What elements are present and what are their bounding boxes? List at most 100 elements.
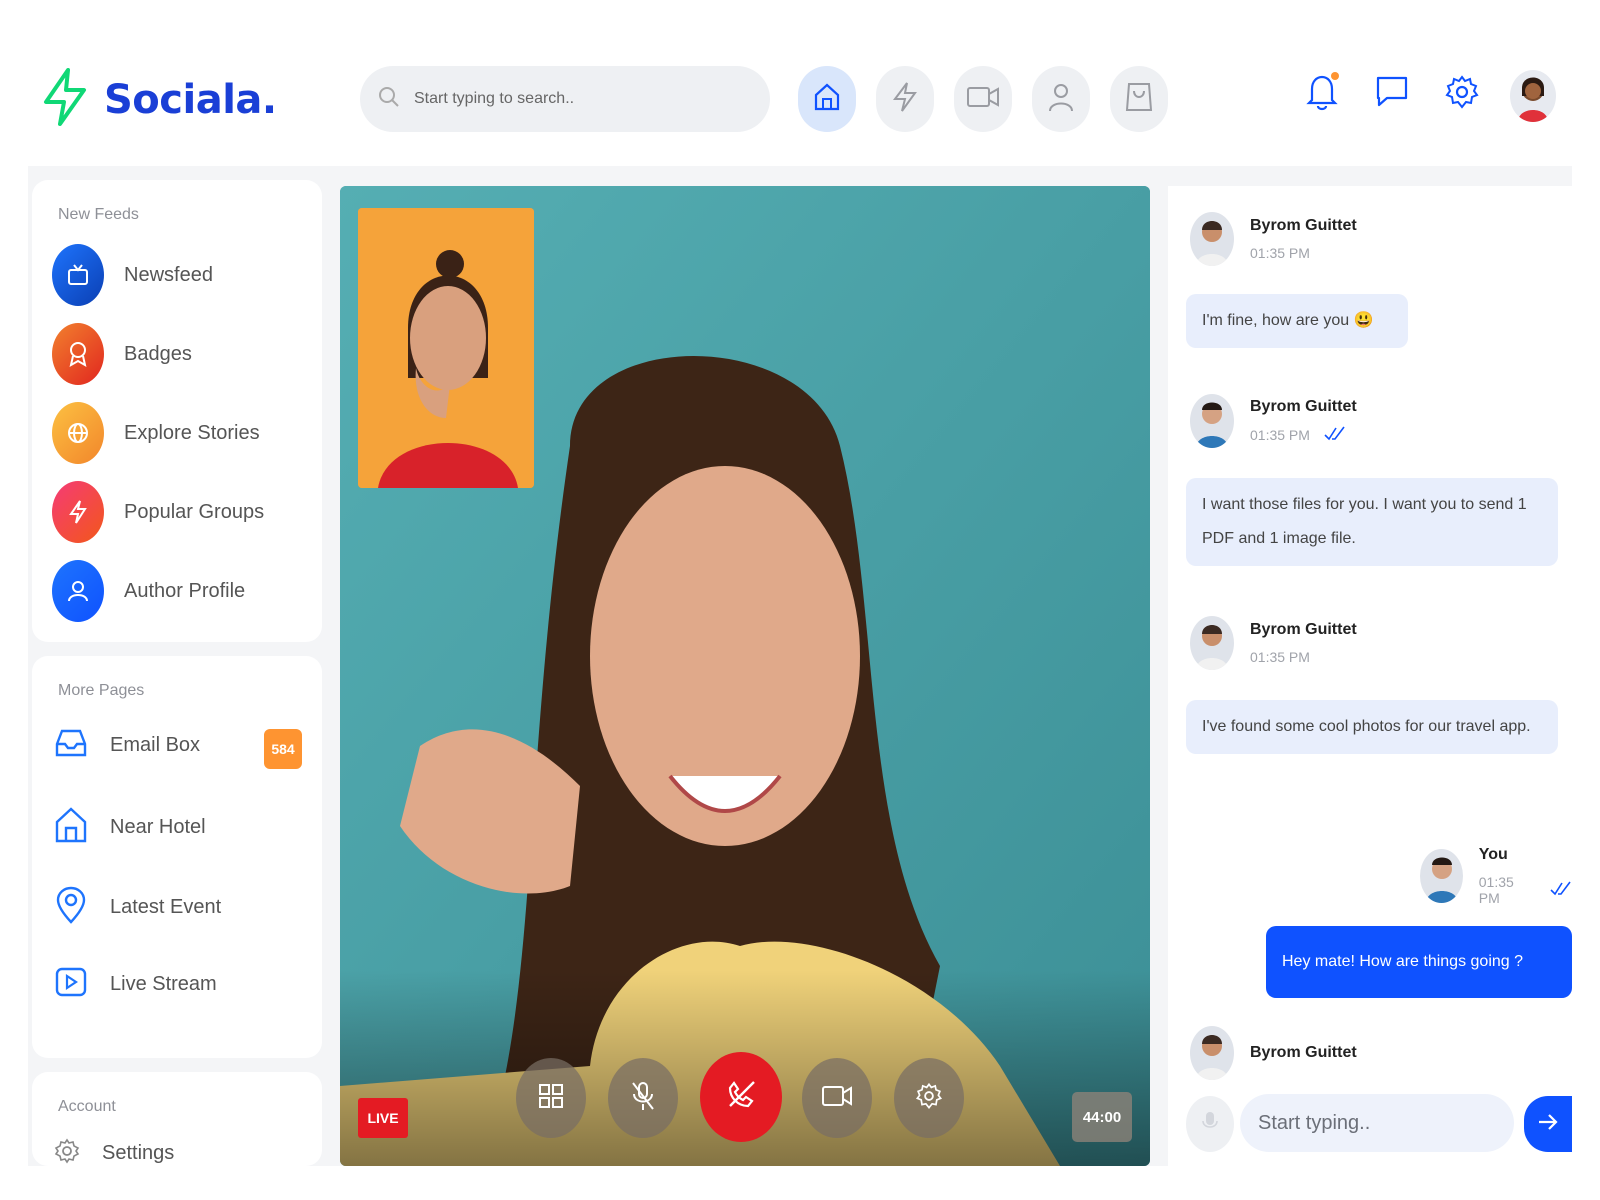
home-icon: [54, 806, 88, 849]
youtube-icon: [54, 966, 88, 1003]
mic-off-icon: [630, 1080, 656, 1117]
nav-video-button[interactable]: [954, 66, 1012, 132]
message-time: 01:35 PM: [1250, 245, 1310, 261]
lightning-icon: [52, 481, 104, 543]
video-icon: [966, 84, 1000, 115]
avatar: [1190, 212, 1234, 266]
message-bubble-own: Hey mate! How are things going ?: [1266, 926, 1572, 998]
sidebar-item-label: Latest Event: [110, 896, 222, 918]
sidebar-item-label: Email Box: [110, 734, 201, 756]
sidebar-item-newsfeed[interactable]: Newsfeed: [52, 244, 213, 306]
send-button[interactable]: [1524, 1096, 1572, 1152]
sidebar-item-author-profile[interactable]: Author Profile: [52, 560, 245, 622]
more-pages-card: More Pages Email Box 584 Near Hotel Late…: [32, 656, 322, 1058]
sidebar-item-popular-groups[interactable]: Popular Groups: [52, 481, 264, 543]
sidebar-item-explore-stories[interactable]: Explore Stories: [52, 402, 260, 464]
search-input[interactable]: [414, 90, 734, 108]
account-title: Account: [58, 1098, 116, 1115]
notifications-button[interactable]: [1302, 71, 1342, 117]
mute-button[interactable]: [608, 1058, 678, 1138]
brand-name: Sociala.: [104, 76, 277, 123]
sidebar-item-label: Explore Stories: [124, 421, 260, 444]
message-header: Byrom Guittet: [1190, 1026, 1357, 1080]
message-icon: [1375, 75, 1409, 114]
call-settings-button[interactable]: [894, 1058, 964, 1138]
nav-shop-button[interactable]: [1110, 66, 1168, 132]
camera-toggle-button[interactable]: [802, 1058, 872, 1138]
live-badge: LIVE: [358, 1098, 408, 1138]
settings-icon: [54, 1138, 80, 1169]
user-icon: [52, 560, 104, 622]
message-time: 01:35 PM: [1250, 427, 1310, 443]
new-feeds-title: New Feeds: [58, 206, 139, 223]
mic-icon: [1202, 1111, 1218, 1138]
end-call-button[interactable]: [700, 1052, 782, 1142]
nav-lightning-button[interactable]: [876, 66, 934, 132]
avatar: [1420, 849, 1463, 903]
sidebar-item-latest-event[interactable]: Latest Event: [54, 885, 221, 930]
self-view-pip[interactable]: [358, 208, 534, 488]
chat-panel: Byrom Guittet 01:35 PM I'm fine, how are…: [1168, 186, 1572, 1166]
lightning-logo-icon: [42, 68, 88, 131]
settings-icon: [1444, 74, 1480, 115]
user-avatar[interactable]: [1510, 70, 1556, 122]
sidebar-item-label: Newsfeed: [124, 263, 213, 286]
inbox-icon: [54, 726, 88, 765]
video-call-main[interactable]: LIVE 44:00: [340, 186, 1150, 1166]
message-bubble: I've found some cool photos for our trav…: [1186, 700, 1558, 754]
message-bubble: I want those files for you. I want you t…: [1186, 478, 1558, 566]
avatar: [1190, 616, 1234, 670]
globe-icon: [52, 402, 104, 464]
map-pin-icon: [54, 885, 88, 930]
voice-record-button[interactable]: [1186, 1096, 1234, 1152]
message-time: 01:35 PM: [1250, 649, 1310, 665]
sender-name: Byrom Guittet: [1250, 397, 1357, 415]
sender-name: Byrom Guittet: [1250, 621, 1357, 638]
double-check-icon: [1550, 881, 1572, 900]
sidebar-item-label: Live Stream: [110, 973, 217, 995]
sidebar-item-badges[interactable]: Badges: [52, 323, 192, 385]
search-icon: [378, 86, 400, 113]
message-header: Byrom Guittet 01:35 PM: [1190, 616, 1357, 670]
messages-button[interactable]: [1372, 74, 1412, 114]
end-call-icon: [724, 1078, 758, 1117]
sidebar-item-email-box[interactable]: Email Box: [54, 726, 200, 765]
camera-icon: [821, 1083, 853, 1114]
chat-message-input[interactable]: [1240, 1094, 1514, 1152]
more-pages-title: More Pages: [58, 682, 145, 699]
avatar: [1190, 394, 1234, 448]
grid-icon: [538, 1083, 564, 1114]
message-header: Byrom Guittet 01:35 PM: [1190, 394, 1357, 448]
nav-user-button[interactable]: [1032, 66, 1090, 132]
app: Sociala. New Feeds: [0, 0, 1600, 1200]
lightning-icon: [892, 81, 918, 118]
bell-icon: [1304, 71, 1340, 117]
grid-view-button[interactable]: [516, 1058, 586, 1138]
search-bar[interactable]: [360, 66, 770, 132]
sender-name: Byrom Guittet: [1250, 1044, 1357, 1061]
call-timer: 44:00: [1072, 1092, 1132, 1142]
sidebar-item-near-hotel[interactable]: Near Hotel: [54, 806, 206, 849]
message-header: Byrom Guittet 01:35 PM: [1190, 212, 1357, 266]
tv-icon: [52, 244, 104, 306]
email-count-badge: 584: [264, 729, 302, 769]
new-feeds-card: New Feeds Newsfeed Badges Explore Storie…: [32, 180, 322, 642]
self-view-image: [358, 208, 534, 488]
settings-button[interactable]: [1442, 74, 1482, 114]
sidebar-item-settings[interactable]: Settings: [54, 1138, 174, 1169]
message-time: 01:35 PM: [1478, 874, 1514, 906]
double-check-icon: [1324, 426, 1346, 445]
sender-name: Byrom Guittet: [1250, 217, 1357, 234]
sidebar-item-label: Author Profile: [124, 579, 246, 602]
avatar: [1190, 1026, 1234, 1080]
settings-icon: [915, 1082, 943, 1115]
nav-home-button[interactable]: [798, 66, 856, 132]
sidebar-item-label: Near Hotel: [110, 816, 206, 838]
home-icon: [813, 82, 841, 117]
sidebar-item-live-stream[interactable]: Live Stream: [54, 966, 217, 1003]
shopping-bag-icon: [1125, 81, 1153, 118]
account-card: Account Settings: [32, 1072, 322, 1166]
logo[interactable]: Sociala.: [42, 68, 277, 131]
message-header-own: You 01:35 PM: [1420, 846, 1572, 906]
sender-name: You: [1478, 846, 1508, 863]
